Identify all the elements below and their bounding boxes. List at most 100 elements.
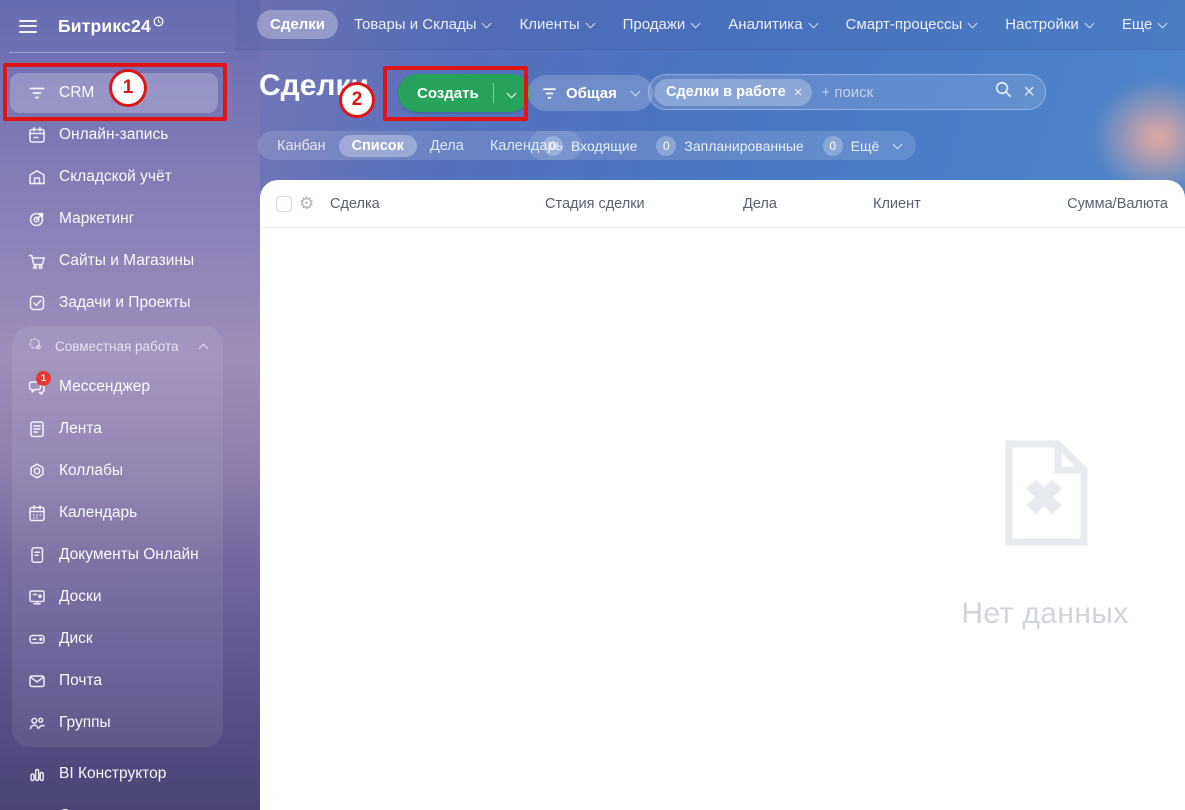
- top-navigation-bar: Сделки Товары и Склады Клиенты Продажи А…: [235, 0, 1185, 50]
- sidebar-item-label: Мессенджер: [59, 378, 151, 395]
- topnav-smart-processes[interactable]: Смарт-процессы: [833, 10, 990, 39]
- bar-chart-icon: [27, 764, 47, 784]
- people-icon: [27, 713, 47, 733]
- column-header-client[interactable]: Клиент: [873, 196, 921, 212]
- counter-planned[interactable]: 0 Запланированные: [656, 135, 804, 156]
- search-tag-label: Сделки в работе: [666, 84, 786, 100]
- sidebar-item-mail[interactable]: Почта: [12, 660, 223, 702]
- sidebar-item-marketing[interactable]: Маркетинг: [0, 198, 235, 240]
- sidebar-item-label: Онлайн-запись: [59, 126, 169, 143]
- page-title: Сделки: [259, 69, 369, 102]
- sidebar-group-collaboration[interactable]: Совместная работа: [12, 326, 223, 366]
- counter-label: Запланированные: [684, 137, 804, 154]
- clear-search-icon[interactable]: ×: [1023, 82, 1035, 102]
- sidebar-item-label: Лента: [59, 420, 102, 437]
- sidebar-item-label: Группы: [59, 714, 111, 731]
- logo-clock-icon: [153, 16, 164, 27]
- sidebar-item-label: Складской учёт: [59, 168, 172, 185]
- filter-button-label: Общая: [566, 84, 617, 102]
- messenger-badge: 1: [36, 371, 51, 386]
- sidebar-item-drive[interactable]: Диск: [12, 618, 223, 660]
- chat-icon: 1: [27, 371, 51, 397]
- warehouse-icon: [27, 167, 47, 187]
- sidebar-item-label: Коллабы: [59, 462, 124, 479]
- chevron-down-icon: [1084, 18, 1095, 28]
- counter-label: Ещё: [850, 137, 880, 154]
- counter-more[interactable]: 0 Ещё: [822, 135, 903, 156]
- sidebar-item-messenger[interactable]: 1 Мессенджер: [12, 366, 223, 408]
- funnel-filter-button[interactable]: Общая: [528, 75, 653, 111]
- chevron-down-icon: [585, 18, 596, 28]
- sidebar-item-calendar[interactable]: Календарь: [12, 492, 223, 534]
- tab-list[interactable]: Список: [338, 134, 417, 157]
- gear-icon[interactable]: ⚙: [299, 194, 314, 214]
- sidebar-item-boards[interactable]: Доски: [12, 576, 223, 618]
- sidebar-item-documents-online[interactable]: Документы Онлайн: [12, 534, 223, 576]
- search-bar[interactable]: Сделки в работе × + поиск ×: [648, 74, 1046, 110]
- column-header-activities[interactable]: Дела: [743, 196, 777, 212]
- topnav-products-warehouses[interactable]: Товары и Склады: [341, 10, 504, 39]
- sidebar-item-employees[interactable]: Сотрудники: [0, 795, 235, 810]
- id-card-icon: [27, 806, 47, 810]
- sidebar-item-online-booking[interactable]: Онлайн-запись: [0, 114, 235, 156]
- no-data-text: Нет данных: [961, 597, 1129, 630]
- sidebar-item-bi-constructor[interactable]: BI Конструктор: [0, 753, 235, 795]
- tab-activities[interactable]: Дела: [417, 135, 477, 157]
- cart-icon: [27, 251, 47, 271]
- topnav-deals[interactable]: Сделки: [257, 10, 338, 39]
- create-dropdown[interactable]: [494, 88, 530, 98]
- select-all-checkbox[interactable]: [276, 195, 292, 212]
- remove-tag-icon[interactable]: ×: [794, 84, 803, 101]
- column-header-stage[interactable]: Стадия сделки: [545, 196, 645, 212]
- feed-icon: [27, 419, 47, 439]
- hamburger-menu-icon[interactable]: [19, 19, 37, 33]
- topnav-sales[interactable]: Продажи: [610, 10, 713, 39]
- board-icon: [27, 587, 47, 607]
- search-filter-tag[interactable]: Сделки в работе ×: [654, 78, 813, 106]
- sidebar-item-tasks-projects[interactable]: Задачи и Проекты: [0, 282, 235, 324]
- chevron-down-icon: [630, 86, 641, 97]
- create-button[interactable]: Создать: [398, 74, 530, 112]
- chevron-down-icon: [892, 139, 903, 149]
- sidebar-item-warehouse[interactable]: Складской учёт: [0, 156, 235, 198]
- topnav-analytics[interactable]: Аналитика: [715, 10, 829, 39]
- sidebar-menu: CRM Онлайн-запись Складской учёт Маркети…: [0, 53, 235, 810]
- sidebar: Битрикс24 CRM Онлайн-запись Складской уч…: [0, 0, 235, 810]
- topnav-clients[interactable]: Клиенты: [506, 10, 606, 39]
- sidebar-item-collabs[interactable]: Коллабы: [12, 450, 223, 492]
- logo-row: Битрикс24: [0, 0, 235, 52]
- deals-table: ⚙ Сделка Стадия сделки Дела Клиент Сумма…: [260, 180, 1185, 810]
- chevron-down-icon: [1157, 18, 1168, 28]
- collaboration-group: Совместная работа 1 Мессенджер Лента Кол…: [12, 326, 223, 747]
- tab-kanban[interactable]: Канбан: [264, 135, 339, 157]
- drive-icon: [27, 629, 47, 649]
- topnav-more[interactable]: Еще: [1109, 10, 1180, 39]
- counter-badge: 0: [822, 135, 843, 156]
- sidebar-item-label: Сайты и Магазины: [59, 252, 195, 269]
- topnav-settings[interactable]: Настройки: [992, 10, 1106, 39]
- hexagon-icon: [27, 461, 47, 481]
- sidebar-item-sites-stores[interactable]: Сайты и Магазины: [0, 240, 235, 282]
- search-icon[interactable]: [994, 80, 1013, 104]
- column-header-amount[interactable]: Сумма/Валюта: [1067, 196, 1168, 212]
- sidebar-item-label: CRM: [59, 84, 95, 101]
- sidebar-item-label: Календарь: [59, 504, 138, 521]
- sidebar-item-crm[interactable]: CRM: [10, 73, 218, 113]
- search-input[interactable]: + поиск: [821, 84, 994, 101]
- chevron-down-icon: [808, 18, 818, 28]
- sidebar-item-label: Диск: [59, 630, 93, 647]
- counter-incoming[interactable]: 0 Входящие: [543, 135, 637, 156]
- empty-state: Нет данных: [945, 440, 1145, 631]
- column-header-deal[interactable]: Сделка: [330, 196, 380, 212]
- sidebar-item-groups[interactable]: Группы: [12, 702, 223, 744]
- topnav-deals-label: Сделки: [270, 16, 325, 33]
- funnel-icon: [541, 85, 558, 102]
- chevron-up-icon[interactable]: [198, 343, 209, 353]
- sidebar-item-label: Почта: [59, 672, 103, 689]
- calendar-pencil-icon: [27, 125, 47, 145]
- sidebar-item-feed[interactable]: Лента: [12, 408, 223, 450]
- sidebar-item-label: Маркетинг: [59, 210, 135, 227]
- chevron-down-icon: [482, 18, 492, 28]
- bitrix24-logo[interactable]: Битрикс24: [58, 16, 151, 37]
- chevron-down-icon: [506, 88, 517, 98]
